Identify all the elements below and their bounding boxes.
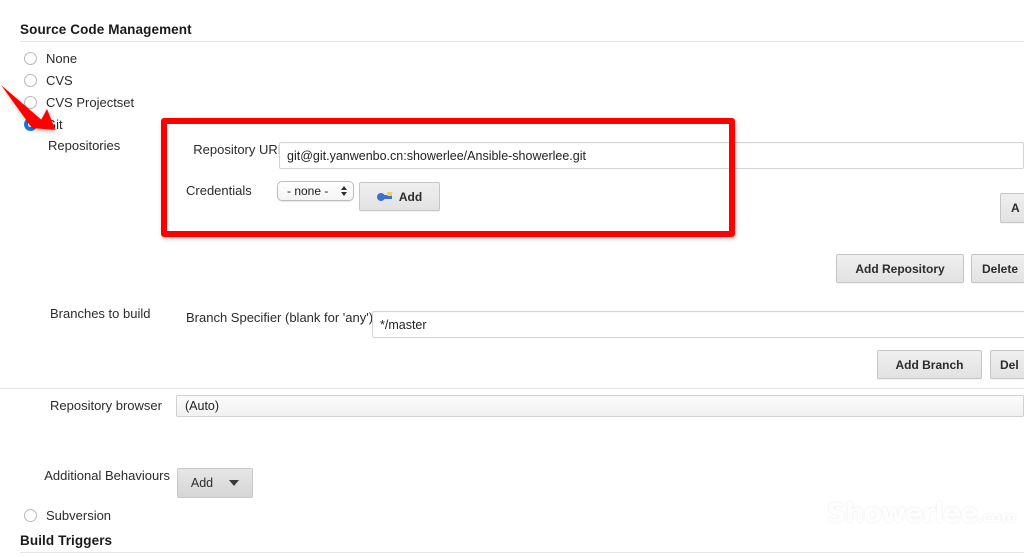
divider-branches (0, 388, 1024, 389)
delete-repository-button[interactable]: Delete (971, 254, 1024, 283)
repository-url-input[interactable] (279, 142, 1024, 169)
additional-behaviours-label: Additional Behaviours (44, 468, 170, 483)
watermark-line1: Showerlee.com (826, 498, 1017, 529)
jenkins-job-config-page: Source Code Management None CVS CVS Proj… (0, 0, 1024, 557)
add-repository-label: Add Repository (855, 261, 945, 276)
scm-radio-none[interactable]: None (24, 51, 77, 66)
stepper-arrows-icon (341, 186, 347, 196)
advanced-button-label: A (1011, 201, 1020, 215)
radio-indicator-subversion[interactable] (24, 509, 37, 522)
add-repository-button[interactable]: Add Repository (836, 254, 964, 283)
key-icon (376, 191, 392, 202)
scm-radio-git-label: Git (46, 117, 63, 132)
scm-radio-subversion-label: Subversion (46, 508, 112, 523)
credentials-select-value: - none - (287, 184, 329, 198)
delete-branch-button[interactable]: Del (990, 350, 1024, 379)
branch-specifier-label: Branch Specifier (blank for 'any') (186, 310, 374, 325)
watermark: Showerlee.com 一路向北BLOG (826, 498, 1017, 552)
add-branch-label: Add Branch (895, 357, 964, 372)
watermark-line2: 一路向北BLOG (868, 528, 1016, 552)
scm-radio-none-label: None (46, 51, 78, 66)
page-title: Source Code Management (20, 22, 192, 37)
build-triggers-title: Build Triggers (20, 533, 113, 548)
branch-specifier-input[interactable] (372, 311, 1024, 338)
credentials-add-button[interactable]: Add (359, 182, 440, 211)
repository-url-label: Repository URL (193, 142, 285, 157)
repository-browser-value: (Auto) (185, 399, 220, 413)
radio-indicator-cvs[interactable] (24, 74, 37, 87)
additional-behaviours-add-button[interactable]: Add (177, 468, 253, 498)
radio-indicator-git[interactable] (24, 118, 37, 131)
radio-indicator-none[interactable] (24, 52, 37, 65)
divider-build-triggers (20, 552, 1024, 553)
delete-repository-label: Delete (982, 261, 1019, 276)
advanced-button[interactable]: A (1000, 193, 1024, 223)
credentials-select[interactable]: - none - (277, 181, 354, 201)
scm-radio-cvs-projectset[interactable]: CVS Projectset (24, 95, 134, 110)
repository-browser-select[interactable]: (Auto) (176, 395, 1024, 417)
scm-radio-cvs-projectset-label: CVS Projectset (46, 95, 135, 110)
scm-radio-git[interactable]: Git (24, 117, 63, 132)
watermark-site-name: Showerlee (826, 498, 979, 529)
scm-radio-cvs[interactable]: CVS (24, 73, 73, 88)
scm-radio-cvs-label: CVS (46, 73, 73, 88)
add-branch-button[interactable]: Add Branch (877, 350, 982, 379)
scm-radio-subversion[interactable]: Subversion (24, 508, 111, 523)
chevron-down-icon (229, 480, 240, 486)
branches-to-build-label: Branches to build (50, 306, 151, 321)
watermark-tld: .com (977, 508, 1016, 526)
credentials-add-label: Add (398, 189, 423, 204)
delete-branch-label: Del (1000, 357, 1019, 372)
annotation-red-rectangle (161, 118, 735, 237)
radio-indicator-cvs-projectset[interactable] (24, 96, 37, 109)
additional-behaviours-add-label: Add (190, 476, 214, 490)
divider-scm (20, 41, 1024, 42)
